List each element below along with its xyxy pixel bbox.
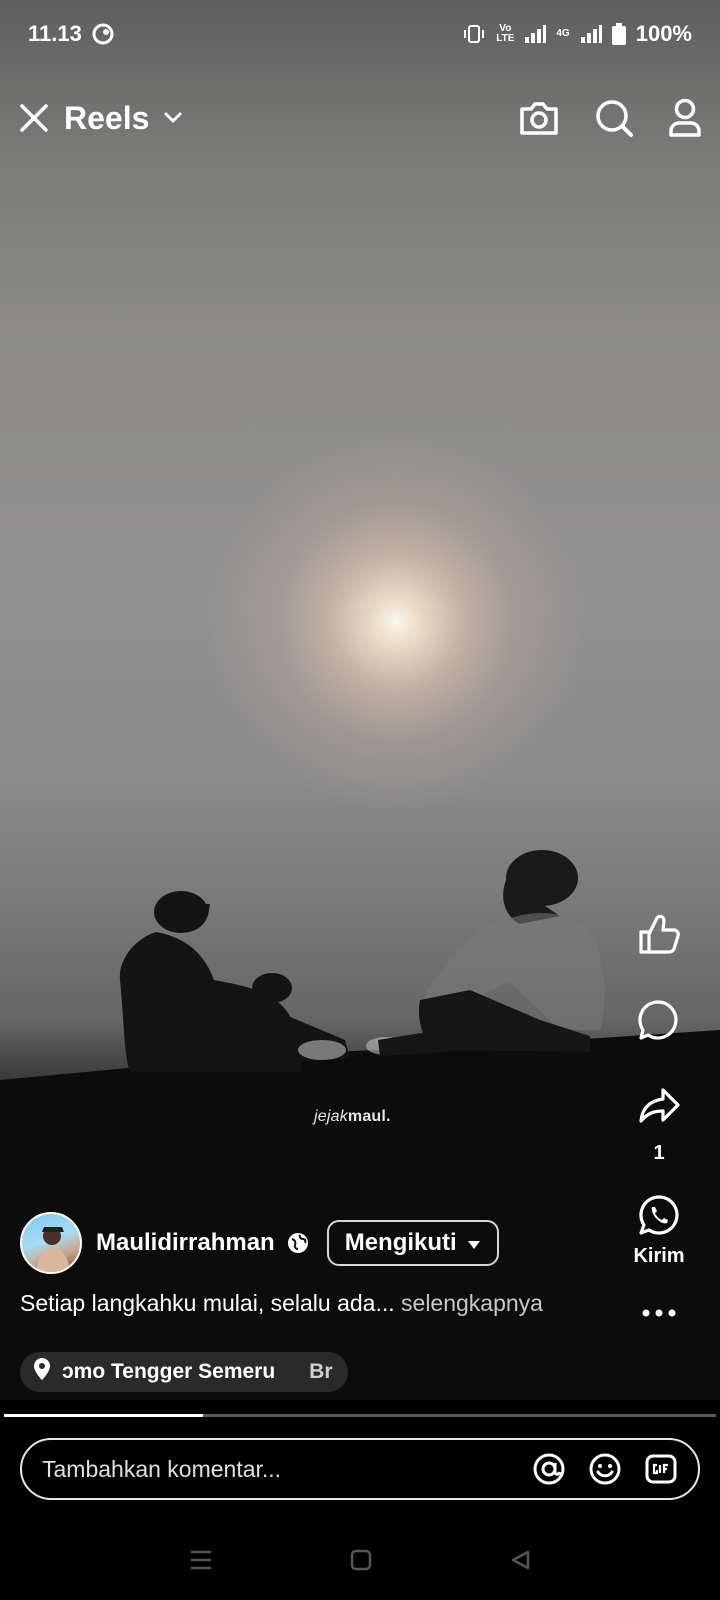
whatsapp-icon[interactable] (637, 1193, 681, 1237)
status-bar: 11.13 Vo LTE 4G 100% (0, 0, 720, 68)
location-chip[interactable]: ɔmo Tengger Semeru Br (20, 1352, 348, 1392)
system-nav-bar (0, 1520, 720, 1600)
video-progress-fill (4, 1414, 204, 1417)
network-bottom: LTE (496, 33, 515, 44)
comment-icons (532, 1452, 678, 1486)
battery-level: 100% (635, 21, 692, 46)
status-time: 11.13 (28, 21, 82, 46)
globe-icon (287, 1232, 309, 1254)
action-rail: 1 Kirim (614, 908, 704, 1318)
camera-icon[interactable] (518, 100, 560, 136)
signal-icon (524, 24, 547, 44)
profile-icon[interactable] (668, 98, 702, 138)
share-icon[interactable] (637, 1084, 681, 1128)
location-text: ɔmo Tengger Semeru (62, 1360, 276, 1383)
chevron-down-icon[interactable] (163, 111, 183, 125)
comment-input[interactable] (42, 1455, 502, 1483)
signal-icon-2 (580, 24, 602, 44)
video-progress[interactable] (4, 1414, 716, 1417)
location-pin-icon (34, 1358, 50, 1386)
caption-text: Setiap langkahku mulai, selalu ada... (20, 1290, 395, 1316)
home-icon[interactable] (350, 1549, 372, 1571)
battery-icon (611, 23, 626, 45)
status-left: 11.13 (28, 21, 114, 47)
status-right: Vo LTE 4G 100% (462, 21, 692, 47)
video-silhouettes (0, 850, 720, 1400)
send-label: Kirim (633, 1245, 685, 1267)
video-watermark: jejakmaul. (314, 1108, 391, 1125)
share-item[interactable]: 1 (637, 1084, 681, 1165)
network-type: 4G (556, 28, 570, 39)
comment-bar (20, 1438, 700, 1500)
following-button[interactable]: Mengikuti (326, 1220, 499, 1266)
send-item[interactable]: Kirim (633, 1193, 685, 1268)
vibrate-icon (462, 24, 486, 44)
avatar[interactable] (20, 1212, 82, 1274)
recent-apps-icon[interactable] (189, 1549, 213, 1571)
see-more-link[interactable]: selengkapnya (401, 1290, 543, 1316)
following-label: Mengikuti (344, 1229, 457, 1256)
like-icon[interactable] (637, 912, 681, 956)
caret-down-icon (467, 1229, 481, 1257)
mention-icon[interactable] (532, 1452, 566, 1486)
back-icon[interactable] (509, 1549, 531, 1571)
reels-header: Reels (0, 88, 720, 148)
author-row: Maulidirrahman Mengikuti (20, 1212, 499, 1274)
caption[interactable]: Setiap langkahku mulai, selalu ada... se… (20, 1290, 543, 1317)
page-title[interactable]: Reels (64, 100, 149, 137)
search-icon[interactable] (594, 98, 634, 138)
author-name[interactable]: Maulidirrahman (96, 1229, 275, 1257)
emoji-icon[interactable] (588, 1452, 622, 1486)
header-left: Reels (18, 100, 183, 137)
comment-icon[interactable] (637, 998, 681, 1042)
share-count: 1 (653, 1142, 665, 1164)
more-options-icon[interactable] (641, 1308, 677, 1318)
volte-icon: Vo LTE (496, 24, 514, 44)
location-next-text: Br (309, 1360, 333, 1383)
avatar-image (36, 1227, 70, 1272)
header-right (518, 98, 702, 138)
close-icon[interactable] (18, 102, 50, 134)
gif-icon[interactable] (644, 1452, 678, 1486)
notification-icon (92, 23, 114, 45)
